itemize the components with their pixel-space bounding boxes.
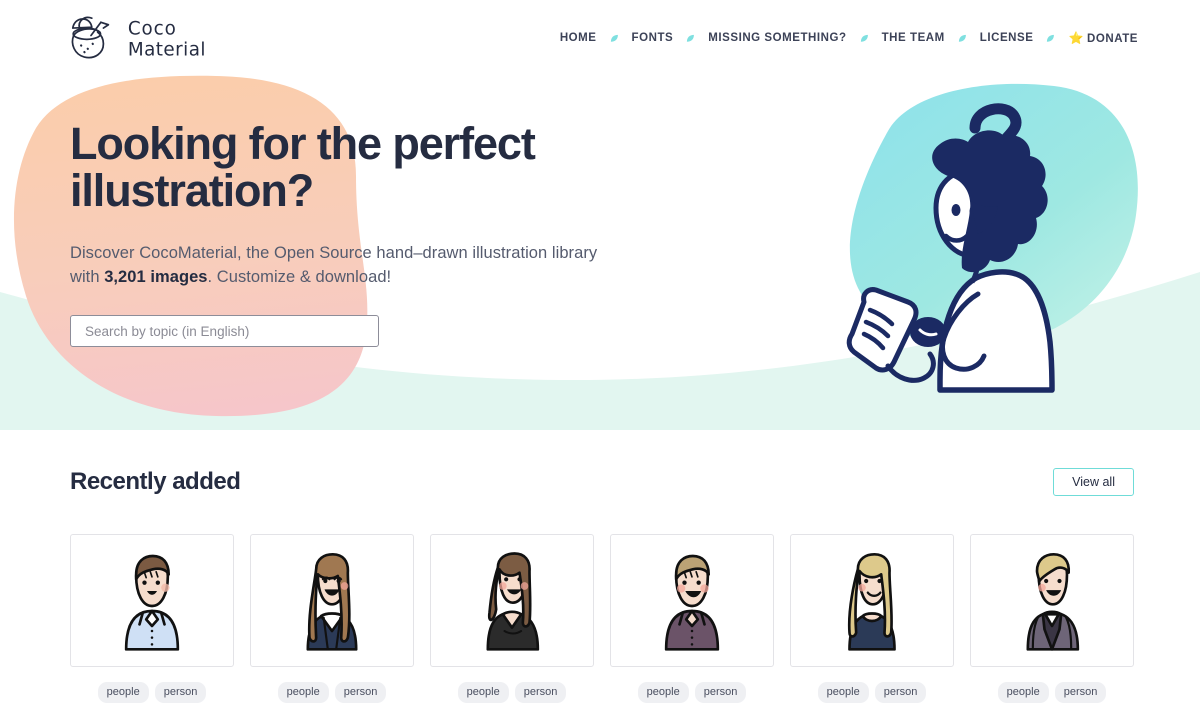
nav-fonts[interactable]: FONTS bbox=[630, 28, 676, 48]
illustration-card-cell: people person bbox=[790, 534, 970, 703]
illustration-card-cell: people person bbox=[430, 534, 610, 703]
leaf-dot-separator-icon bbox=[686, 34, 695, 43]
hero-image-count: 3,201 images bbox=[104, 268, 208, 286]
view-all-button[interactable]: View all bbox=[1053, 467, 1134, 497]
recently-added-section: Recently added View all people person pe… bbox=[0, 430, 1200, 703]
hero-title-line-2: illustration? bbox=[70, 165, 314, 216]
illustration-card-cell: people person bbox=[70, 534, 250, 703]
svg-text:Coco: Coco bbox=[128, 18, 177, 39]
leaf-dot-separator-icon bbox=[860, 34, 869, 43]
section-header: Recently added View all bbox=[70, 430, 1134, 534]
search-form bbox=[70, 315, 670, 347]
tag-person[interactable]: person bbox=[154, 682, 207, 703]
page-root: Coco Material HOME FONTS MISSING SOMETHI… bbox=[0, 0, 1200, 711]
nav-home[interactable]: HOME bbox=[558, 28, 599, 48]
card-tag-row: people person bbox=[250, 682, 414, 703]
illustration-card-5[interactable] bbox=[790, 534, 954, 667]
tag-person[interactable]: person bbox=[874, 682, 927, 703]
card-tag-row: people person bbox=[790, 682, 954, 703]
star-icon: ⭐ bbox=[1068, 31, 1084, 45]
illustration-card-1[interactable] bbox=[70, 534, 234, 667]
hero-subtitle: Discover CocoMaterial, the Open Source h… bbox=[70, 241, 600, 289]
illustration-card-3[interactable] bbox=[430, 534, 594, 667]
hero-section: Looking for the perfect illustration? Di… bbox=[0, 76, 1200, 430]
tag-people[interactable]: people bbox=[997, 682, 1049, 703]
svg-text:Material: Material bbox=[128, 39, 206, 60]
illustration-card-4[interactable] bbox=[610, 534, 774, 667]
tag-people[interactable]: people bbox=[637, 682, 689, 703]
card-tag-row: people person bbox=[970, 682, 1134, 703]
leaf-dot-separator-icon bbox=[1046, 34, 1055, 43]
leaf-dot-separator-icon bbox=[958, 34, 967, 43]
nav-donate[interactable]: ⭐ DONATE bbox=[1066, 27, 1140, 49]
tag-person[interactable]: person bbox=[514, 682, 567, 703]
illustration-card-2[interactable] bbox=[250, 534, 414, 667]
nav-donate-label: DONATE bbox=[1086, 33, 1138, 45]
avatar-woman-blonde-navy-top-icon bbox=[847, 552, 896, 651]
section-title: Recently added bbox=[70, 468, 241, 495]
tag-people[interactable]: people bbox=[97, 682, 149, 703]
tag-person[interactable]: person bbox=[1054, 682, 1107, 703]
avatar-man-purple-shirt-icon bbox=[664, 554, 720, 651]
tag-people[interactable]: people bbox=[457, 682, 509, 703]
site-header: Coco Material HOME FONTS MISSING SOMETHI… bbox=[0, 0, 1200, 76]
avatar-person-grey-blazer-icon bbox=[1026, 552, 1080, 651]
page-title: Looking for the perfect illustration? bbox=[70, 120, 670, 214]
illustration-card-cell: people person bbox=[610, 534, 790, 703]
coconut-drink-icon bbox=[71, 16, 110, 59]
illustration-card-cell: people person bbox=[970, 534, 1150, 703]
person-with-phone-question-mark-illustration bbox=[846, 103, 1055, 393]
illustration-card-grid: people person people person people perso… bbox=[70, 534, 1200, 703]
hero-copy: Looking for the perfect illustration? Di… bbox=[70, 120, 670, 347]
avatar-man-blue-shirt-icon bbox=[124, 554, 180, 651]
tag-person[interactable]: person bbox=[694, 682, 747, 703]
hero-subtitle-tail: . Customize & download! bbox=[207, 268, 392, 286]
illustration-card-6[interactable] bbox=[970, 534, 1134, 667]
avatar-woman-wavy-hair-black-top-icon bbox=[486, 551, 540, 651]
nav-license[interactable]: LICENSE bbox=[978, 28, 1036, 48]
card-tag-row: people person bbox=[70, 682, 234, 703]
nav-missing-something[interactable]: MISSING SOMETHING? bbox=[706, 28, 848, 48]
brand-logo-link[interactable]: Coco Material bbox=[66, 14, 236, 62]
tag-person[interactable]: person bbox=[334, 682, 387, 703]
tag-people[interactable]: people bbox=[817, 682, 869, 703]
card-tag-row: people person bbox=[610, 682, 774, 703]
illustration-card-cell: people person bbox=[250, 534, 430, 703]
card-tag-row: people person bbox=[430, 682, 594, 703]
avatar-woman-brown-hair-blazer-icon bbox=[306, 552, 358, 651]
hero-title-line-1: Looking for the perfect bbox=[70, 118, 536, 169]
search-input[interactable] bbox=[70, 315, 379, 347]
main-navigation: HOME FONTS MISSING SOMETHING? THE TEAM L… bbox=[558, 27, 1140, 49]
tag-people[interactable]: people bbox=[277, 682, 329, 703]
leaf-dot-separator-icon bbox=[610, 34, 619, 43]
nav-the-team[interactable]: THE TEAM bbox=[880, 28, 947, 48]
brand-wordmark: Coco Material bbox=[128, 18, 206, 60]
